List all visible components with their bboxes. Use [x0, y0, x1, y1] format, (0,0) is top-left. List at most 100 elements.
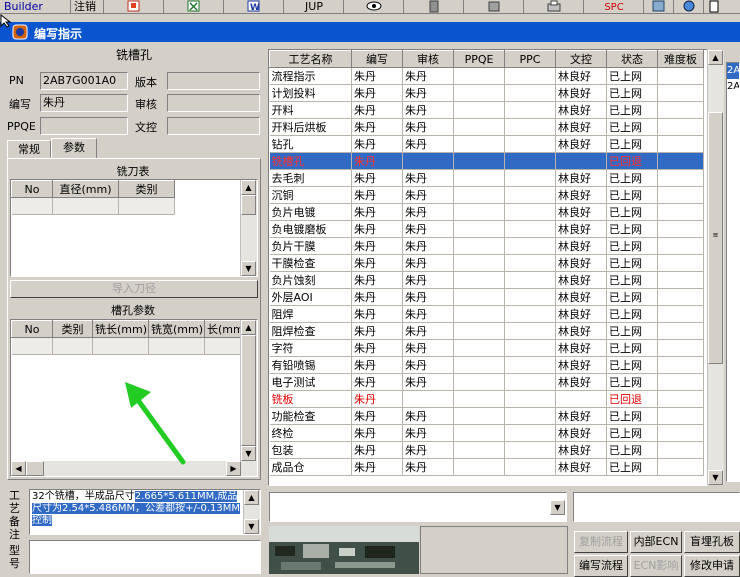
table-row[interactable] [11, 337, 242, 355]
toolbar-button-11[interactable] [673, 0, 704, 13]
table-row[interactable]: 铣槽孔 朱丹 已回退 [269, 152, 704, 170]
scroll-right-icon[interactable]: ▶ [226, 461, 241, 476]
table-row[interactable]: 铣板 朱丹 已回退 [269, 390, 704, 408]
scroll-up-icon[interactable]: ▲ [244, 490, 259, 505]
table-row[interactable]: 负片蚀刻 朱丹 朱丹 林良好 已上网 [269, 271, 704, 289]
toolbar-button-2[interactable] [163, 0, 224, 13]
ppqe-field[interactable] [40, 117, 128, 135]
doc-control-field[interactable] [167, 117, 260, 135]
table-row[interactable]: 开料后烘板 朱丹 朱丹 林良好 已上网 [269, 118, 704, 136]
process-table-container[interactable]: 工艺名称 编写 审核 PPQE PPC 文控 状态 难度板 流程指示 朱丹 朱丹 林良… [268, 49, 708, 486]
internal-ecn-button[interactable]: 内部ECN [630, 531, 682, 553]
col-ppqe[interactable]: PPQE [453, 50, 505, 68]
list-item[interactable]: 2A [727, 63, 739, 79]
table-row[interactable]: 成品仓 朱丹 朱丹 林良好 已上网 [269, 458, 704, 476]
toolbar-button-8[interactable] [523, 0, 584, 13]
scroll-up-icon[interactable]: ▲ [708, 50, 723, 65]
copy-flow-button[interactable]: 复制流程 [574, 531, 628, 553]
right-list[interactable]: 2A 2A [726, 62, 740, 482]
col-no[interactable]: No [11, 320, 53, 338]
col-diameter[interactable]: 直径(mm) [52, 180, 119, 198]
table-row[interactable]: 阻焊检查 朱丹 朱丹 林良好 已上网 [269, 322, 704, 340]
import-cutter-button[interactable]: 导入刀径 [10, 280, 258, 298]
table-row[interactable]: 开料 朱丹 朱丹 林良好 已上网 [269, 101, 704, 119]
model-field[interactable] [29, 540, 261, 574]
table-row[interactable]: 计划投料 朱丹 朱丹 林良好 已上网 [269, 84, 704, 102]
table-row[interactable]: 终检 朱丹 朱丹 林良好 已上网 [269, 424, 704, 442]
table-row[interactable]: 去毛刺 朱丹 朱丹 林良好 已上网 [269, 169, 704, 187]
toolbar-button-12[interactable] [703, 0, 740, 13]
table-row[interactable]: 钻孔 朱丹 朱丹 林良好 已上网 [269, 135, 704, 153]
remark-scrollbar[interactable]: ▲ ▼ [243, 490, 260, 534]
col-type[interactable]: 类别 [118, 180, 175, 198]
cutter-table-scrollbar[interactable]: ▲ ▼ [240, 180, 257, 276]
toolbar-button-3[interactable]: W [223, 0, 284, 13]
table-row[interactable]: 功能检查 朱丹 朱丹 林良好 已上网 [269, 407, 704, 425]
col-process-name[interactable]: 工艺名称 [269, 50, 352, 68]
cell-ppqe [453, 424, 505, 442]
list-item[interactable]: 2A [727, 79, 739, 95]
col-writer[interactable]: 编写 [351, 50, 403, 68]
table-row[interactable]: 字符 朱丹 朱丹 林良好 已上网 [269, 339, 704, 357]
col-status[interactable]: 状态 [606, 50, 658, 68]
col-mill-width[interactable]: 铣宽(mm) [148, 320, 205, 338]
reviewer-field[interactable] [167, 94, 260, 112]
scroll-up-icon[interactable]: ▲ [241, 320, 256, 335]
process-combo[interactable]: ▼ [269, 492, 567, 522]
col-difficulty[interactable]: 难度板 [657, 50, 704, 68]
toolbar-button-jup[interactable]: JUP [283, 0, 344, 13]
scroll-thumb[interactable] [26, 461, 44, 476]
scroll-down-icon[interactable]: ▼ [244, 519, 259, 534]
tab-general[interactable]: 常规 [7, 140, 51, 158]
scroll-thumb[interactable]: ≡ [708, 112, 723, 364]
toolbar-button-spc[interactable]: SPC [583, 0, 644, 13]
table-row[interactable]: 干膜检查 朱丹 朱丹 林良好 已上网 [269, 254, 704, 272]
remark-textarea[interactable]: 32个铣槽，半成品尺寸2.665*5.611MM,成品尺寸为2.54*5.486… [29, 489, 261, 535]
right-text-field[interactable] [573, 492, 740, 522]
toolbar-button-10[interactable] [643, 0, 674, 13]
dropdown-arrow-icon[interactable]: ▼ [550, 500, 565, 515]
pn-field[interactable]: 2AB7G001A0 [40, 72, 128, 90]
window-title-bar[interactable]: 编写指示 [0, 22, 740, 42]
col-type[interactable]: 类别 [52, 320, 93, 338]
tab-params[interactable]: 参数 [51, 138, 97, 159]
table-row[interactable]: 阻焊 朱丹 朱丹 林良好 已上网 [269, 305, 704, 323]
col-mill-length[interactable]: 铣长(mm) [92, 320, 149, 338]
menu-logout[interactable]: 注销 [70, 0, 96, 13]
menu-builder[interactable]: Builder [4, 0, 43, 13]
scroll-down-icon[interactable]: ▼ [241, 261, 256, 276]
writer-field[interactable]: 朱丹 [40, 94, 128, 112]
process-table-scrollbar[interactable]: ▲ ≡ ▼ [707, 50, 724, 485]
table-row[interactable]: 沉铜 朱丹 朱丹 林良好 已上网 [269, 186, 704, 204]
toolbar-button-7[interactable] [463, 0, 524, 13]
col-ppc[interactable]: PPC [504, 50, 556, 68]
col-doc-control[interactable]: 文控 [555, 50, 607, 68]
scroll-left-icon[interactable]: ◀ [11, 461, 26, 476]
scroll-down-icon[interactable]: ▼ [241, 446, 256, 461]
table-row[interactable]: 有铅喷锡 朱丹 朱丹 林良好 已上网 [269, 356, 704, 374]
version-field[interactable] [167, 72, 260, 90]
table-row[interactable]: 负电镀磨板 朱丹 朱丹 林良好 已上网 [269, 220, 704, 238]
table-row[interactable]: 流程指示 朱丹 朱丹 林良好 已上网 [269, 67, 704, 85]
table-row[interactable]: 负片干膜 朱丹 朱丹 林良好 已上网 [269, 237, 704, 255]
table-row[interactable]: 电子测试 朱丹 朱丹 林良好 已上网 [269, 373, 704, 391]
slot-table-vscrollbar[interactable]: ▲ ▼ [240, 320, 257, 461]
scroll-thumb[interactable] [241, 195, 256, 215]
toolbar-button-5[interactable] [343, 0, 404, 13]
cutter-table[interactable]: No 直径(mm) 类别 ▲ ▼ [10, 179, 258, 277]
toolbar-button-6[interactable] [403, 0, 464, 13]
table-row[interactable]: 外层AOI 朱丹 朱丹 林良好 已上网 [269, 288, 704, 306]
toolbar-button-1[interactable] [103, 0, 164, 13]
col-length[interactable]: 长(mm [204, 320, 242, 338]
blind-hole-board-button[interactable]: 盲埋孔板 [684, 531, 740, 553]
process-table[interactable]: 工艺名称 编写 审核 PPQE PPC 文控 状态 难度板 流程指示 朱丹 朱丹 林良… [269, 50, 704, 476]
col-reviewer[interactable]: 审核 [402, 50, 454, 68]
table-row[interactable] [11, 197, 175, 215]
scroll-down-icon[interactable]: ▼ [708, 470, 723, 485]
scroll-thumb[interactable] [241, 335, 256, 446]
table-row[interactable]: 负片电镀 朱丹 朱丹 林良好 已上网 [269, 203, 704, 221]
cell-ppqe [453, 220, 505, 238]
table-row[interactable]: 包装 朱丹 朱丹 林良好 已上网 [269, 441, 704, 459]
scroll-up-icon[interactable]: ▲ [241, 180, 256, 195]
col-no[interactable]: No [11, 180, 53, 198]
